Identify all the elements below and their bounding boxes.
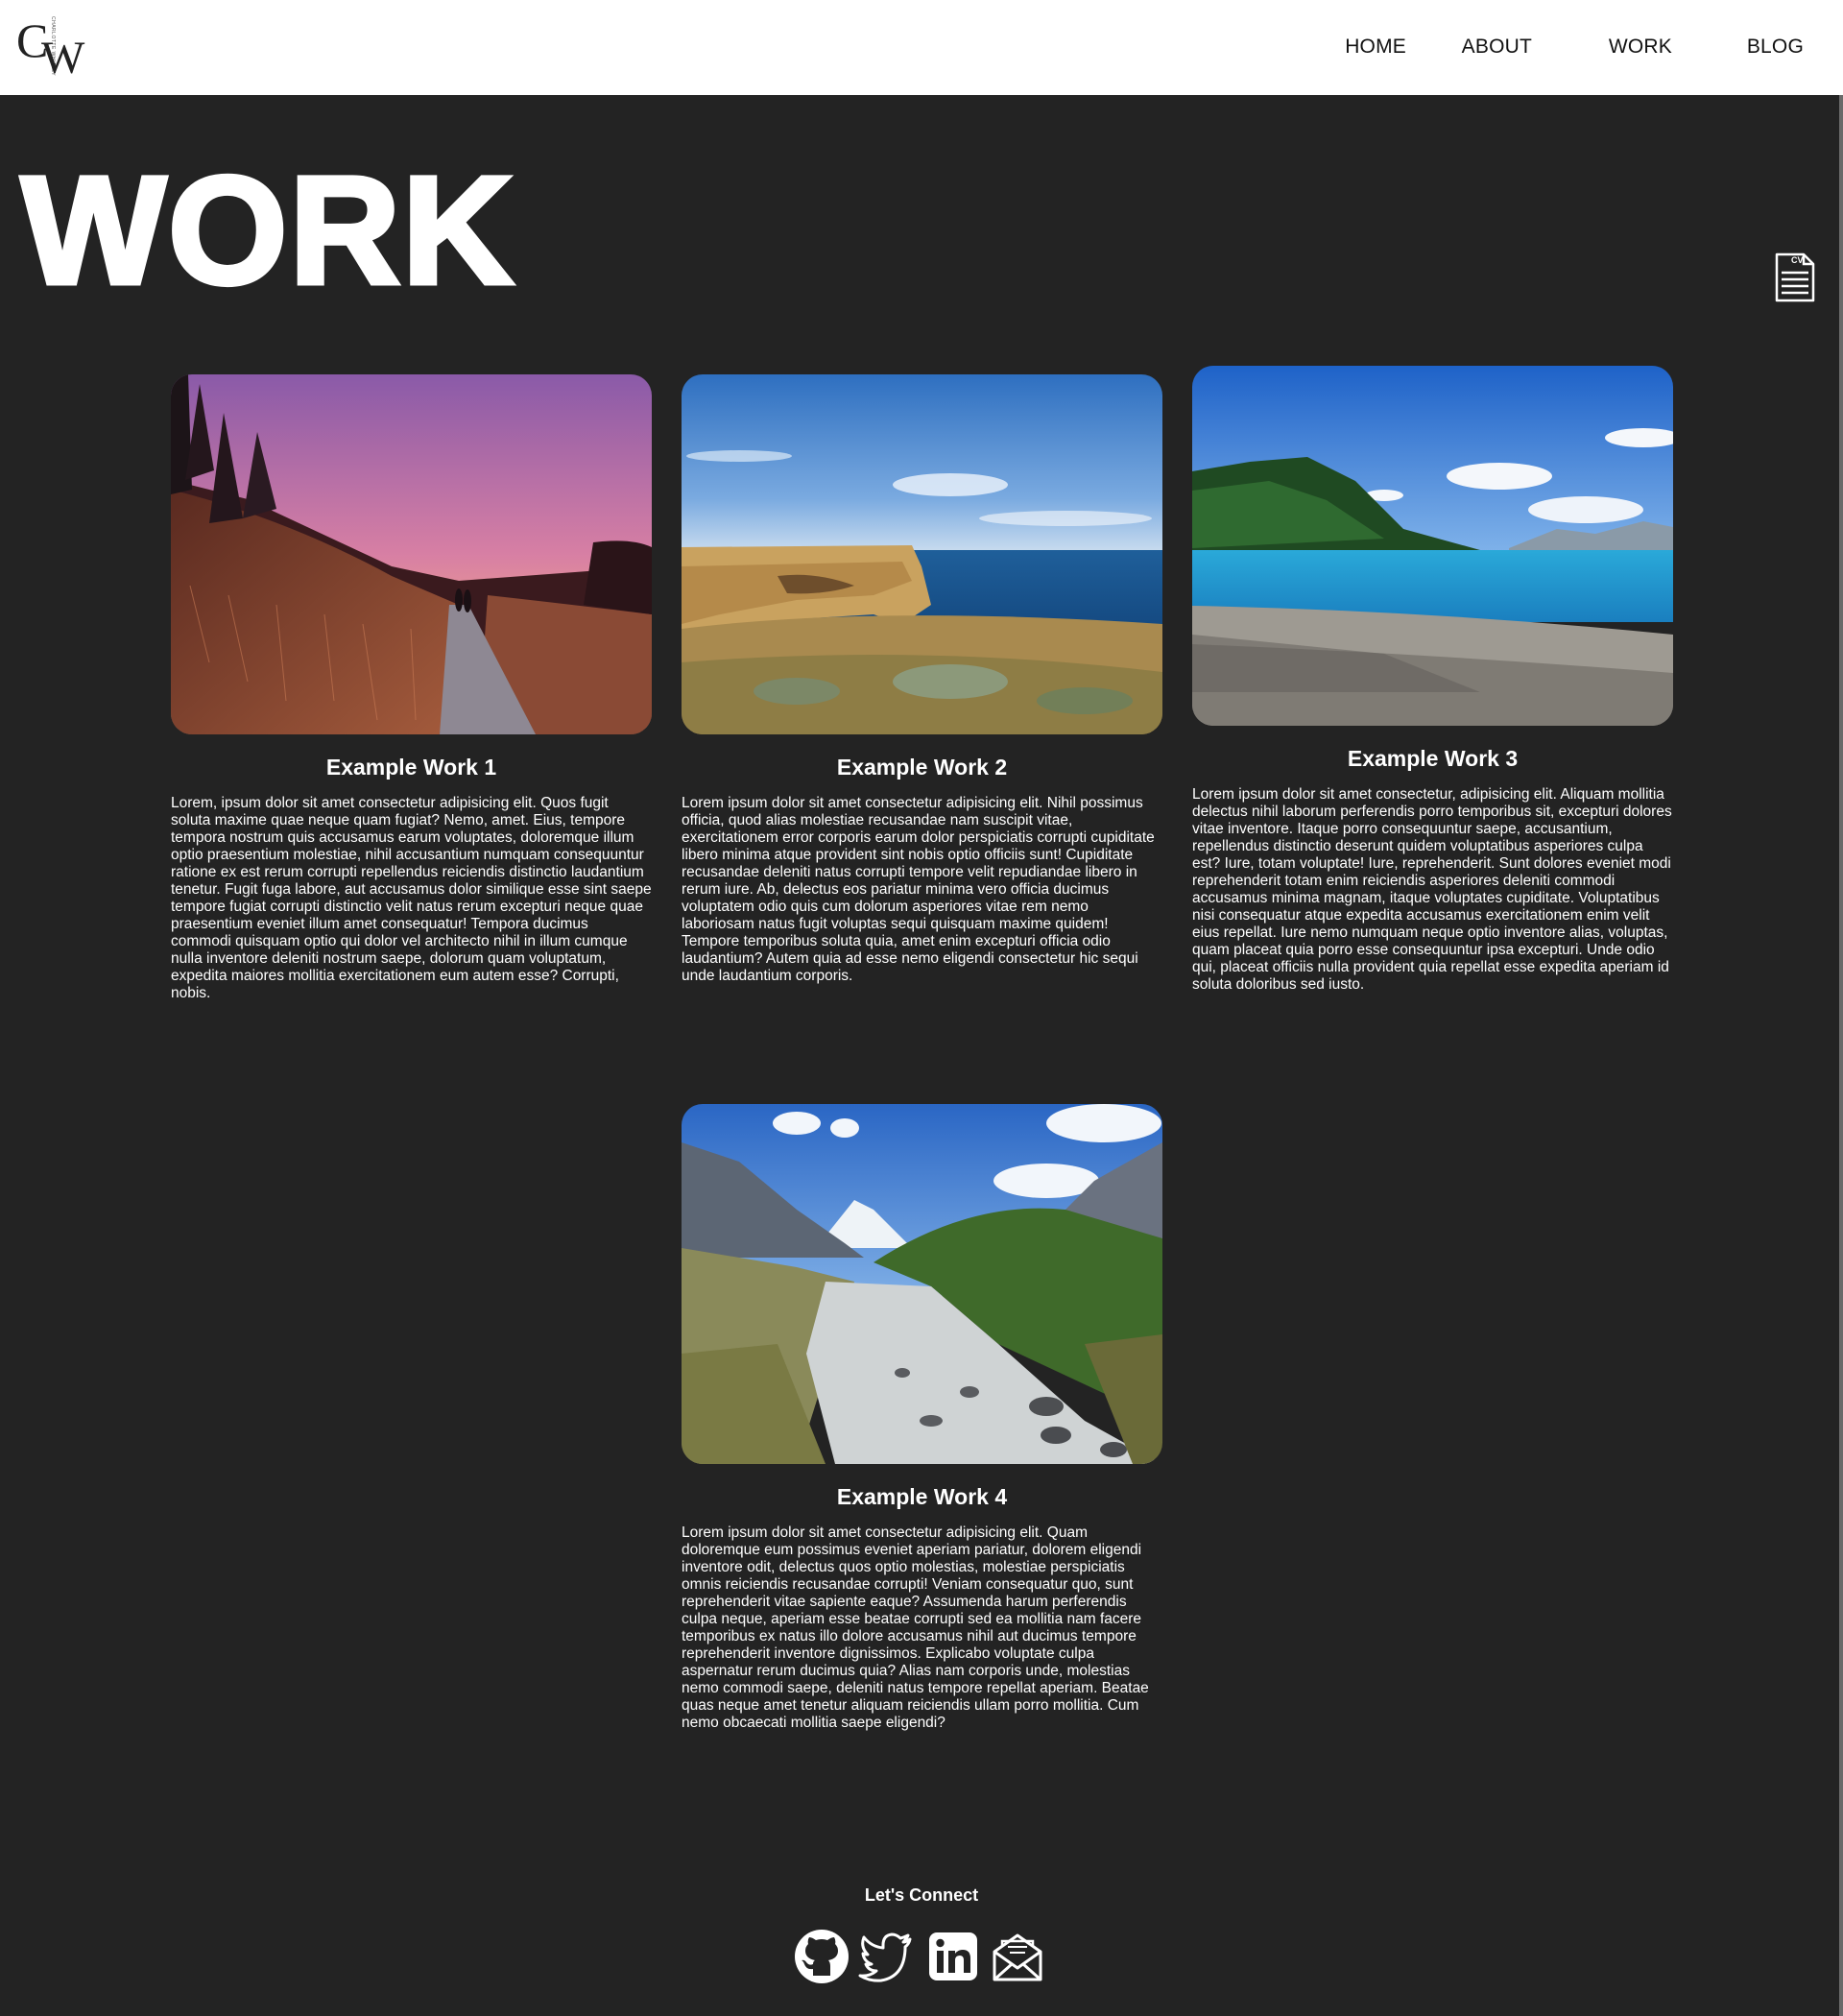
- work-card[interactable]: Example Work 3 Lorem ipsum dolor sit ame…: [1192, 366, 1673, 994]
- work-title: Example Work 4: [836, 1484, 1008, 1509]
- nav-about-link[interactable]: ABOUT: [1462, 36, 1532, 59]
- coastal-cliffs-image: [682, 374, 1162, 734]
- work-card[interactable]: Example Work 2 Lorem ipsum dolor sit ame…: [682, 374, 1162, 985]
- work-image-coastal-cliffs[interactable]: [682, 374, 1162, 734]
- work-description: Lorem ipsum dolor sit amet consectetur a…: [682, 795, 1155, 984]
- github-icon: [795, 1930, 849, 1983]
- work-description: Lorem, ipsum dolor sit amet consectetur …: [171, 795, 652, 1001]
- scrollbar[interactable]: [1839, 95, 1843, 2016]
- twitter-link[interactable]: [858, 1928, 916, 1985]
- cv-document-icon: CV: [1775, 252, 1815, 302]
- email-link[interactable]: [989, 1928, 1046, 1985]
- nav-work-link[interactable]: WORK: [1609, 36, 1672, 59]
- work-image-mountain-river[interactable]: [682, 1104, 1162, 1464]
- cv-download-button[interactable]: CV: [1774, 252, 1816, 303]
- linkedin-icon: [929, 1932, 977, 1980]
- work-title: Example Work 3: [1347, 746, 1519, 771]
- github-link[interactable]: [793, 1928, 850, 1985]
- site-footer: Let's Connect: [0, 1884, 1843, 1983]
- nav-blog-link[interactable]: BLOG: [1747, 36, 1804, 59]
- work-card[interactable]: Example Work 1 Lorem, ipsum dolor sit am…: [171, 374, 652, 1002]
- work-title: Example Work 2: [836, 755, 1008, 780]
- linkedin-link[interactable]: [923, 1928, 981, 1985]
- cv-label: CV: [1791, 255, 1804, 265]
- twitter-icon: [858, 1932, 912, 1982]
- lake-image: [1192, 366, 1673, 726]
- work-card[interactable]: Example Work 4 Lorem ipsum dolor sit ame…: [682, 1104, 1162, 1732]
- site-logo[interactable]: C CHARLOTTE WHITELY W: [16, 14, 93, 82]
- page-title: WORK: [19, 144, 516, 316]
- work-image-lake[interactable]: [1192, 366, 1673, 726]
- site-header: C CHARLOTTE WHITELY W HOME ABOUT WORK BL…: [0, 0, 1843, 95]
- nav-home-link[interactable]: HOME: [1345, 36, 1406, 59]
- email-icon: [993, 1933, 1042, 1981]
- social-links: [793, 1928, 1047, 1987]
- sunset-path-image: [171, 374, 652, 734]
- footer-heading: Let's Connect: [864, 1885, 979, 1905]
- mountain-river-image: [682, 1104, 1162, 1464]
- work-image-sunset-path[interactable]: [171, 374, 652, 734]
- work-description: Lorem ipsum dolor sit amet consectetur, …: [1192, 786, 1672, 993]
- work-description: Lorem ipsum dolor sit amet consectetur a…: [682, 1524, 1149, 1731]
- work-title: Example Work 1: [325, 755, 497, 780]
- logo-letter-w: W: [41, 33, 85, 84]
